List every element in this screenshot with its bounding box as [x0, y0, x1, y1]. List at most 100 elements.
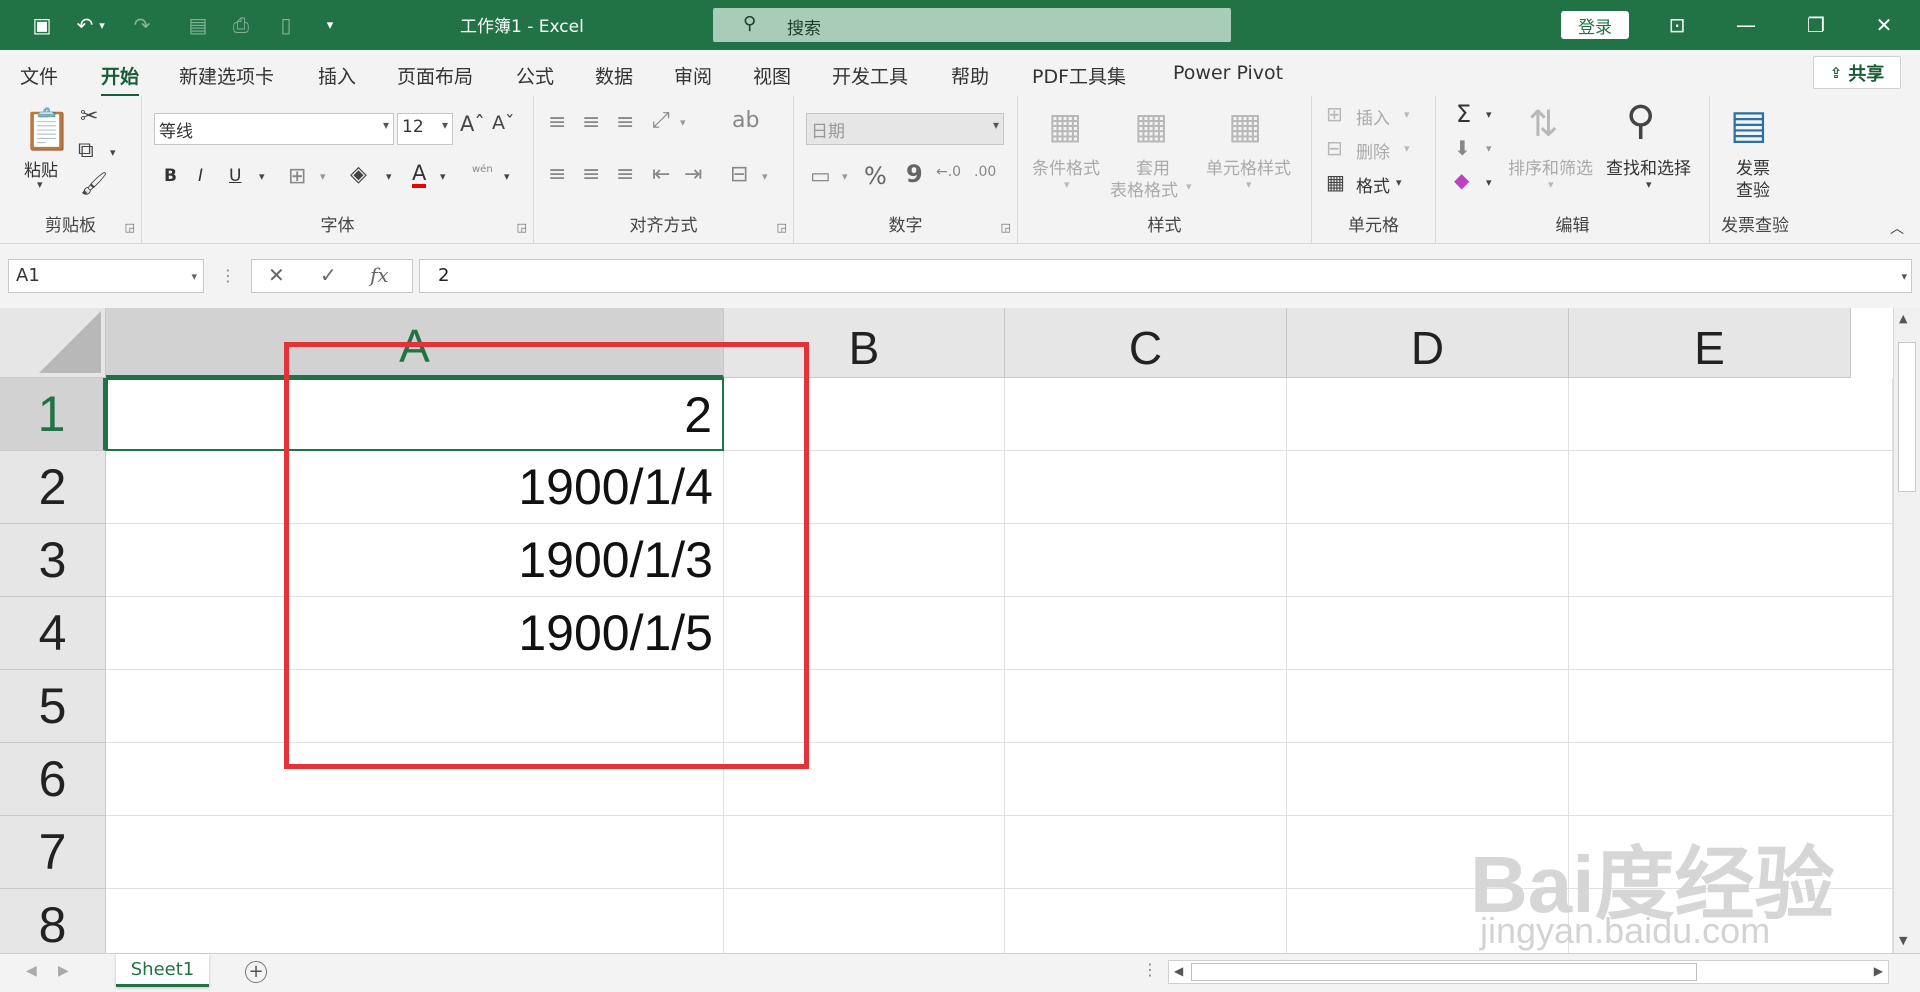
format-as-table-icon[interactable]: ▦	[1134, 106, 1168, 147]
autosum-button[interactable]: Σ	[1456, 100, 1471, 128]
tab-pdf-tools[interactable]: PDF工具集	[1032, 62, 1126, 89]
cell-a2[interactable]: 1900/1/4	[106, 451, 724, 524]
insert-cells-icon[interactable]: ⊞	[1326, 102, 1343, 126]
cell-d7[interactable]	[1287, 816, 1569, 889]
bold-button[interactable]: B	[164, 166, 177, 186]
row-header-6[interactable]: 6	[0, 743, 106, 816]
comma-button[interactable]: 9	[906, 160, 923, 188]
tab-new-tab[interactable]: 新建选项卡	[179, 62, 274, 89]
cell-a4[interactable]: 1900/1/5	[106, 597, 724, 670]
tab-power-pivot[interactable]: Power Pivot	[1173, 62, 1283, 84]
phonetic-button[interactable]: wén	[472, 164, 493, 175]
cell-a5[interactable]	[106, 670, 724, 743]
currency-icon[interactable]: ▭	[810, 164, 831, 189]
align-right-icon[interactable]: ≡	[616, 162, 634, 187]
cell-d6[interactable]	[1287, 743, 1569, 816]
cell-d8[interactable]	[1287, 889, 1569, 953]
cell-d2[interactable]	[1287, 451, 1569, 524]
row-header-4[interactable]: 4	[0, 597, 106, 670]
insert-dropdown-icon[interactable]: ▾	[1404, 108, 1410, 121]
cell-e2[interactable]	[1569, 451, 1893, 524]
underline-dropdown-icon[interactable]: ▾	[259, 170, 265, 183]
copy-dropdown-icon[interactable]: ▾	[110, 146, 116, 159]
cell-c6[interactable]	[1005, 743, 1287, 816]
clear-dropdown-icon[interactable]: ▾	[1486, 176, 1492, 189]
splitter-handle[interactable]: ⋮	[1142, 960, 1158, 979]
row-header-1[interactable]: 1	[0, 378, 106, 451]
tab-data[interactable]: 数据	[595, 62, 633, 89]
horizontal-scrollbar[interactable]: ◀ ▶	[1168, 960, 1889, 984]
column-header-d[interactable]: D	[1287, 308, 1569, 378]
paste-dropdown-icon[interactable]: ▾	[37, 178, 43, 191]
cell-e3[interactable]	[1569, 524, 1893, 597]
delete-cells-button[interactable]: 删除	[1356, 138, 1390, 163]
font-size-select[interactable]: 12 ▾	[397, 113, 453, 145]
number-launcher-icon[interactable]: ◲	[1001, 221, 1011, 234]
undo-dropdown-icon[interactable]: ▾	[94, 10, 110, 40]
cell-d5[interactable]	[1287, 670, 1569, 743]
horizontal-scroll-thumb[interactable]	[1191, 963, 1697, 981]
cell-c1[interactable]	[1005, 378, 1287, 451]
alignment-launcher-icon[interactable]: ◲	[777, 221, 787, 234]
align-bottom-icon[interactable]: ≡	[616, 110, 634, 135]
customize-toolbar-icon[interactable]: ▾	[315, 10, 345, 40]
insert-function-button[interactable]: fx	[370, 263, 389, 287]
cell-c4[interactable]	[1005, 597, 1287, 670]
find-select-button[interactable]: 查找和选择	[1606, 154, 1691, 179]
underline-button[interactable]: U	[229, 166, 241, 186]
format-cells-icon[interactable]: ▦	[1326, 170, 1345, 194]
sheet-prev-icon[interactable]: ◀	[26, 963, 37, 979]
fill-dropdown-icon[interactable]: ▾	[1486, 142, 1492, 155]
cell-c8[interactable]	[1005, 889, 1287, 953]
invoice-check-line2[interactable]: 查验	[1736, 176, 1770, 201]
document-icon[interactable]: ▯	[271, 10, 301, 40]
format-cells-button[interactable]: 格式	[1356, 172, 1390, 197]
cell-b1[interactable]	[724, 378, 1005, 451]
cell-e7[interactable]	[1569, 816, 1893, 889]
minimize-icon[interactable]: —	[1726, 8, 1766, 42]
sheet-next-icon[interactable]: ▶	[58, 963, 69, 979]
scroll-left-icon[interactable]: ◀	[1174, 964, 1183, 978]
align-middle-icon[interactable]: ≡	[582, 110, 600, 135]
cell-styles-icon[interactable]: ▦	[1228, 106, 1262, 147]
orientation-dropdown-icon[interactable]: ▾	[680, 116, 686, 129]
delete-dropdown-icon[interactable]: ▾	[1404, 142, 1410, 155]
increase-indent-icon[interactable]: ⇥	[684, 162, 702, 187]
currency-dropdown-icon[interactable]: ▾	[842, 170, 848, 183]
align-left-icon[interactable]: ≡	[548, 162, 566, 187]
tab-developer[interactable]: 开发工具	[832, 62, 908, 89]
cut-icon[interactable]: ✂	[80, 104, 98, 129]
row-header-7[interactable]: 7	[0, 816, 106, 889]
vertical-scrollbar[interactable]: ▲ ▼	[1893, 308, 1920, 953]
row-header-5[interactable]: 5	[0, 670, 106, 743]
font-color-dropdown-icon[interactable]: ▾	[440, 170, 446, 183]
decrease-indent-icon[interactable]: ⇤	[652, 162, 670, 187]
italic-button[interactable]: I	[198, 166, 203, 186]
conditional-dropdown-icon[interactable]: ▾	[1064, 178, 1070, 191]
format-as-table-line2[interactable]: 表格格式	[1110, 176, 1178, 201]
conditional-formatting-button[interactable]: 条件格式	[1032, 154, 1100, 179]
sort-filter-dropdown-icon[interactable]: ▾	[1548, 178, 1554, 191]
fill-color-icon[interactable]: ◈	[350, 162, 367, 187]
cell-e4[interactable]	[1569, 597, 1893, 670]
conditional-formatting-icon[interactable]: ▦	[1048, 106, 1082, 147]
column-header-b[interactable]: B	[724, 308, 1005, 378]
restore-icon[interactable]: ❐	[1796, 8, 1836, 42]
close-icon[interactable]: ✕	[1864, 8, 1904, 42]
delete-cells-icon[interactable]: ⊟	[1326, 136, 1343, 160]
tab-home[interactable]: 开始	[101, 62, 140, 97]
cell-styles-dropdown-icon[interactable]: ▾	[1246, 178, 1252, 191]
cell-d4[interactable]	[1287, 597, 1569, 670]
save-icon[interactable]: ▣	[27, 10, 57, 40]
search-box[interactable]: ⚲ 搜索	[713, 8, 1231, 42]
find-select-dropdown-icon[interactable]: ▾	[1646, 178, 1652, 191]
increase-decimal-icon[interactable]: ←.0	[936, 164, 961, 180]
insert-cells-button[interactable]: 插入	[1356, 104, 1390, 129]
redo-icon[interactable]: ↷	[127, 10, 157, 40]
cell-c2[interactable]	[1005, 451, 1287, 524]
cell-styles-button[interactable]: 单元格样式	[1206, 154, 1291, 179]
cell-e8[interactable]	[1569, 889, 1893, 953]
cell-d3[interactable]	[1287, 524, 1569, 597]
collapse-ribbon-icon[interactable]: ︿	[1890, 218, 1904, 238]
scroll-down-icon[interactable]: ▼	[1899, 934, 1907, 947]
